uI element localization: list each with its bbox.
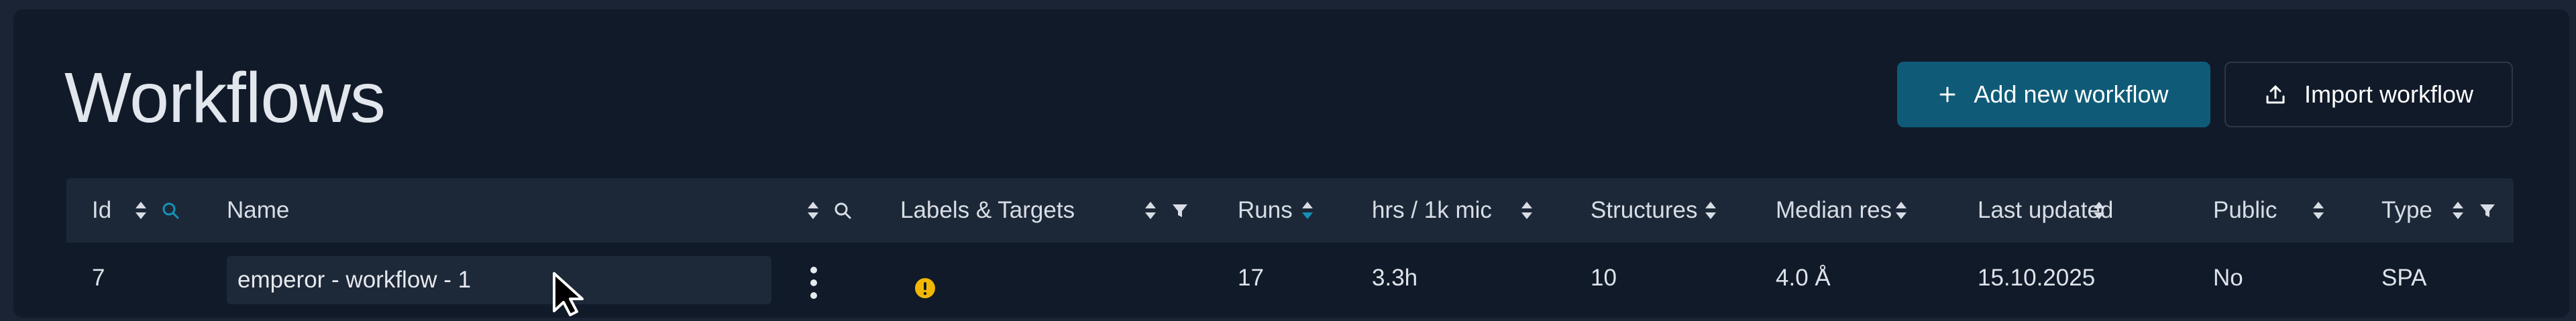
column-header-hrs-per-1k-mic[interactable]: hrs / 1k mic bbox=[1372, 178, 1492, 243]
sort-icon[interactable] bbox=[1138, 198, 1163, 223]
cell-type: SPA bbox=[2381, 265, 2427, 291]
sort-icon[interactable] bbox=[2445, 198, 2471, 223]
cell-median-res: 4.0 Å bbox=[1776, 265, 1831, 291]
column-label-name: Name bbox=[227, 197, 290, 223]
column-header-public[interactable]: Public bbox=[2213, 178, 2277, 243]
mouse-cursor-icon bbox=[550, 271, 597, 318]
cell-runs: 17 bbox=[1238, 265, 1264, 291]
table-header: Id Name Labels & Targets Runs hrs / 1k m… bbox=[66, 178, 2514, 243]
column-label-runs: Runs bbox=[1238, 197, 1293, 223]
table-row[interactable]: 7 emperor - workflow - 1 17 3.3h 10 4.0 … bbox=[66, 243, 2514, 314]
sort-icon[interactable] bbox=[1698, 198, 1723, 223]
sort-icon[interactable] bbox=[2306, 198, 2331, 223]
search-icon[interactable] bbox=[158, 198, 183, 223]
cell-hrs-per-1k-mic: 3.3h bbox=[1372, 265, 1418, 291]
more-options-icon[interactable] bbox=[800, 263, 827, 303]
column-label-median-res: Median res bbox=[1776, 197, 1892, 223]
filter-icon[interactable] bbox=[2475, 198, 2500, 223]
filter-icon[interactable] bbox=[1167, 198, 1193, 223]
import-workflow-label: Import workflow bbox=[2304, 80, 2474, 108]
column-label-hrs-per-1k-mic: hrs / 1k mic bbox=[1372, 197, 1492, 223]
column-header-type[interactable]: Type bbox=[2381, 178, 2432, 243]
column-header-id[interactable]: Id bbox=[92, 178, 111, 243]
workflow-name-field[interactable]: emperor - workflow - 1 bbox=[227, 256, 771, 304]
column-label-structures: Structures bbox=[1591, 197, 1698, 223]
column-label-type: Type bbox=[2381, 197, 2432, 223]
sort-icon[interactable] bbox=[1514, 198, 1540, 223]
cell-public: No bbox=[2213, 265, 2243, 291]
column-label-labels-targets: Labels & Targets bbox=[900, 197, 1075, 223]
upload-icon bbox=[2264, 83, 2287, 106]
sort-icon[interactable] bbox=[1888, 198, 1914, 223]
cell-last-updated: 15.10.2025 bbox=[1978, 265, 2096, 291]
column-header-structures[interactable]: Structures bbox=[1591, 178, 1698, 243]
page-title: Workflows bbox=[64, 58, 386, 137]
sort-icon[interactable] bbox=[128, 198, 154, 223]
plus-icon bbox=[1939, 86, 1956, 103]
search-icon[interactable] bbox=[830, 198, 855, 223]
cell-id: 7 bbox=[92, 265, 105, 291]
column-label-id: Id bbox=[92, 197, 112, 223]
sort-icon[interactable] bbox=[800, 198, 826, 223]
sort-icon[interactable] bbox=[1295, 198, 1320, 223]
add-new-workflow-label: Add new workflow bbox=[1974, 80, 2169, 108]
column-header-labels-targets[interactable]: Labels & Targets bbox=[900, 178, 1075, 243]
import-workflow-button[interactable]: Import workflow bbox=[2224, 62, 2513, 127]
column-header-runs[interactable]: Runs bbox=[1238, 178, 1293, 243]
column-label-public: Public bbox=[2213, 197, 2277, 223]
add-new-workflow-button[interactable]: Add new workflow bbox=[1897, 62, 2210, 127]
cell-structures: 10 bbox=[1591, 265, 1617, 291]
warning-icon[interactable] bbox=[914, 277, 936, 300]
column-header-name[interactable]: Name bbox=[227, 178, 289, 243]
column-header-median-res[interactable]: Median res bbox=[1776, 178, 1892, 243]
sort-icon[interactable] bbox=[2086, 198, 2112, 223]
